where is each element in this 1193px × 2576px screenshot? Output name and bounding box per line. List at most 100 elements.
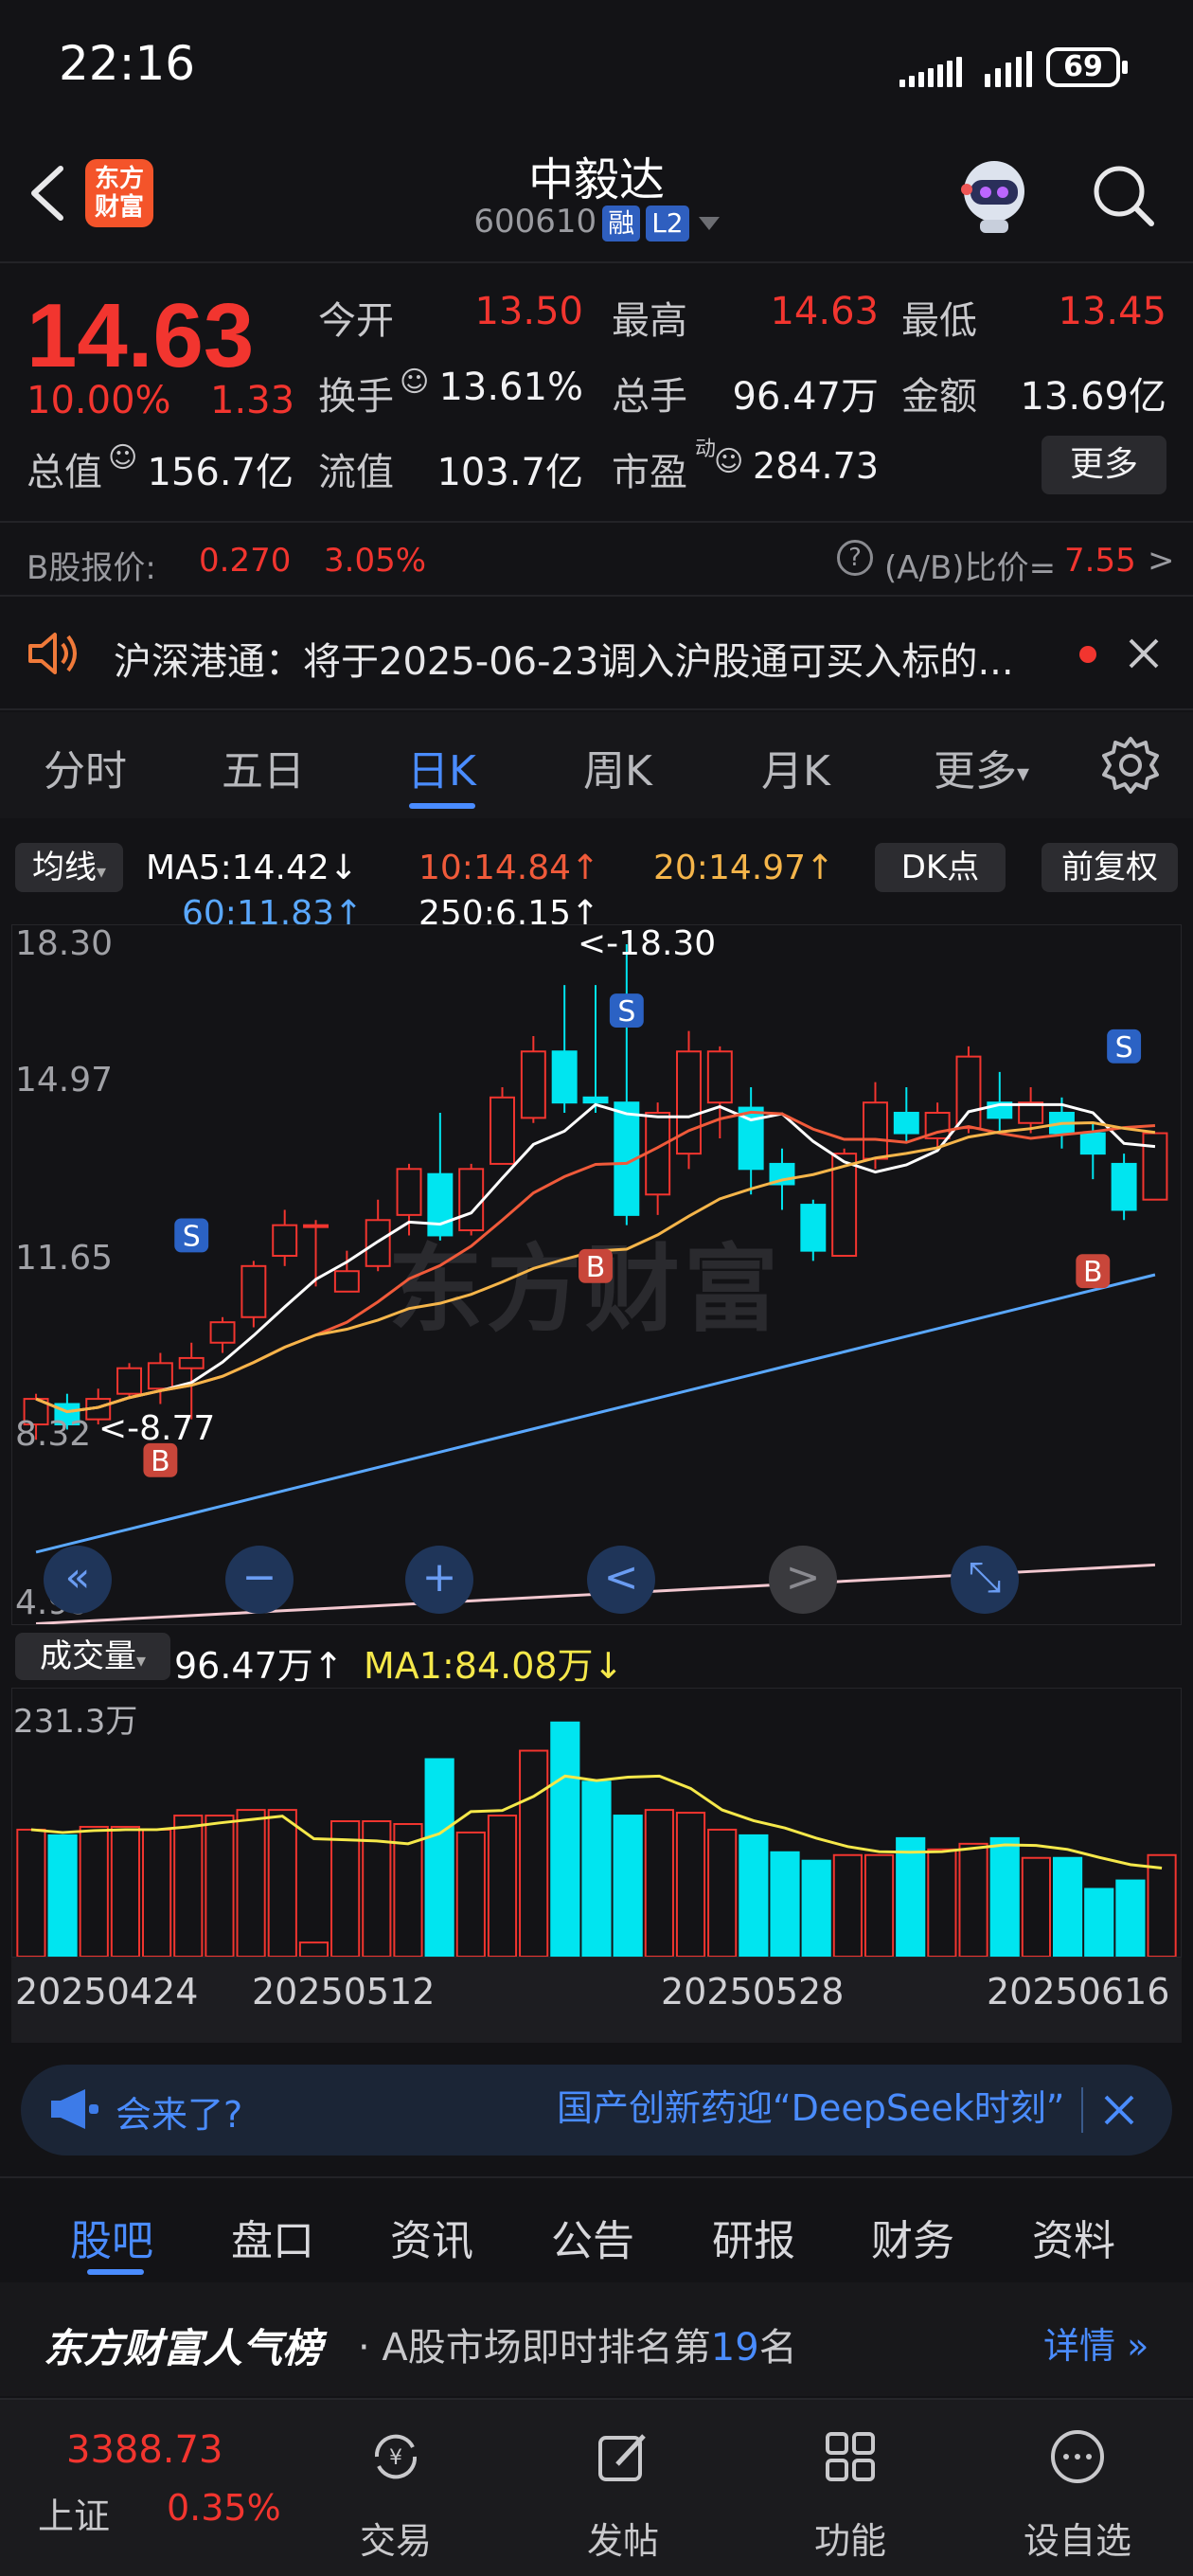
candle-body [1111,1162,1137,1211]
rank-detail-link[interactable]: 详情 » [1043,2317,1148,2369]
candle-body [1142,1132,1168,1201]
search-icon[interactable] [1089,161,1157,229]
volume-bar [205,1815,235,1957]
nav-post[interactable]: 发帖 [547,2400,699,2576]
volume-bar [613,1815,643,1957]
candle-body [116,1367,143,1395]
candlestick-chart[interactable]: S S S B B B [11,924,1182,1625]
volume-bar [896,1836,926,1957]
volume-bar [142,1828,172,1957]
volume-bar [519,1749,549,1957]
tab-news[interactable]: 资讯 [390,2207,473,2267]
tab-weekly-k[interactable]: 周K [583,737,652,797]
ma-selector[interactable]: 均线▾ [15,843,123,892]
volume-bar [110,1825,141,1957]
indicator-selector[interactable]: 成交量▾ [15,1633,170,1680]
dropdown-icon [698,216,720,230]
ma20-value: 20:14.97↑ [653,849,835,887]
volume-bar [1147,1853,1177,1957]
index-pct: 0.35% [167,2487,281,2529]
nav-add-watchlist[interactable]: 设自选 [1002,2400,1153,2576]
tab-order-book[interactable]: 盘口 [231,2207,314,2267]
volume-bar [644,1809,674,1957]
scroll-right-button[interactable]: > [769,1546,837,1614]
y-tick-label: 18.30 [15,924,114,963]
b-share-row[interactable]: B股报价: 0.270 3.05% ? (A/B)比价= 7.55 > [0,521,1193,597]
fullscreen-button[interactable]: ⤡ [951,1546,1019,1614]
dk-point-button[interactable]: DK点 [875,843,1006,892]
index-name: 上证 [38,2496,111,2537]
x-tick-label: 20250616 [987,1971,1170,2012]
market-cap-label: 总值 [27,451,102,494]
status-time: 22:16 [59,36,196,91]
volume-value: 96.47万↑ [174,1645,344,1687]
candle-body [240,1264,267,1318]
tab-more[interactable]: 更多▾ [934,737,1029,797]
index-ticker[interactable]: 3388.73 上证 0.35% [38,2400,281,2576]
close-icon[interactable] [1102,2093,1136,2127]
x-tick-label: 20250528 [661,1971,845,2012]
tab-five-day[interactable]: 五日 [222,737,305,797]
change-percent: 10.00% [27,379,171,422]
tab-monthly-k[interactable]: 月K [761,737,830,797]
tab-daily-k[interactable]: 日K [407,737,476,797]
high-value: 14.63 [770,290,879,333]
tab-intraday[interactable]: 分时 [44,737,127,797]
rank-text-pre: · A股市场即时排名第 [358,2326,711,2370]
x-tick-label: 20250512 [252,1971,436,2012]
info-icon[interactable]: ☺ [108,441,137,474]
b-share-label: B股报价: [27,549,156,587]
cell-signal-icon [899,57,968,87]
active-tab-indicator [409,803,475,809]
popularity-rank-row[interactable]: 东方财富人气榜 · A股市场即时排名第19名 详情 » [0,2282,1193,2396]
ab-ratio-value: 7.55 [1064,542,1136,580]
candle-body [458,1168,485,1232]
speaker-icon [28,633,77,674]
help-icon[interactable]: ? [837,540,873,576]
candle-body [1079,1132,1106,1155]
volume-chart[interactable] [11,1688,1182,1958]
y-tick-label: 8.32 [15,1415,92,1454]
tab-research[interactable]: 研报 [712,2207,795,2267]
scroll-start-button[interactable]: « [44,1546,112,1614]
ma-selector-label: 均线 [31,849,97,886]
bottom-nav: 3388.73 上证 0.35% ¥ 交易 发帖 功能 设自选 [0,2398,1193,2576]
candle-body [893,1111,919,1135]
notice-bar[interactable]: 沪深港通：将于2025-06-23调入沪股通可买入标的... [0,597,1193,710]
news-banner[interactable]: 会来了? 国产创新药迎“DeepSeek时刻” [21,2065,1172,2156]
marker-label: S [1115,1031,1133,1064]
marker-label: B [151,1445,170,1478]
zoom-out-button[interactable]: − [225,1546,294,1614]
scroll-left-button[interactable]: < [587,1546,655,1614]
zoom-in-button[interactable]: + [405,1546,473,1614]
forward-adjust-button[interactable]: 前复权 [1042,843,1178,892]
candle-body [147,1362,173,1390]
rank-text: · A股市场即时排名第19名 [358,2317,797,2371]
volume-bar [267,1809,297,1957]
marker-label: S [617,995,635,1029]
candle-body [209,1321,236,1344]
nav-functions[interactable]: 功能 [775,2400,926,2576]
volume-bar [455,1831,486,1957]
tab-financials[interactable]: 财务 [871,2207,954,2267]
gear-icon[interactable] [1100,735,1161,796]
nav-trade[interactable]: ¥ 交易 [320,2400,472,2576]
pe-dynamic-superscript: 动 [695,438,717,461]
tab-profile[interactable]: 资料 [1032,2207,1115,2267]
battery-icon: 69 [1046,47,1128,87]
more-button[interactable]: 更多 [1042,436,1166,494]
open-value: 13.50 [474,290,583,333]
close-icon[interactable] [1127,636,1161,671]
b-share-pct: 3.05% [324,542,427,580]
chevron-down-icon: ▾ [96,860,107,883]
low-value: 13.45 [1058,290,1166,333]
robot-assistant-icon[interactable] [952,152,1037,237]
volume-bar [16,1828,46,1957]
nav-trade-label: 交易 [359,2520,432,2562]
volume-bar [487,1815,518,1957]
notice-text: 沪深港通：将于2025-06-23调入沪股通可买入标的... [114,640,1014,684]
float-cap-value: 103.7亿 [436,451,583,494]
tab-forum[interactable]: 股吧 [70,2207,153,2267]
candle-body [178,1356,205,1369]
tab-announcements[interactable]: 公告 [551,2207,634,2267]
